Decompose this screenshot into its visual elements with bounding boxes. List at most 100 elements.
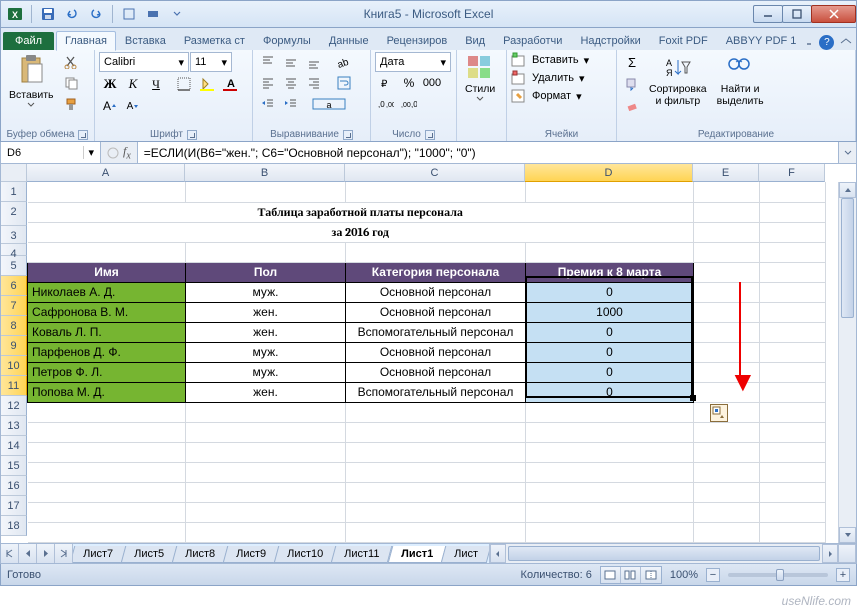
scroll-down-icon[interactable]: [839, 527, 856, 543]
row-header-13[interactable]: 13: [1, 416, 27, 436]
number-launcher[interactable]: [425, 130, 435, 140]
row-header-15[interactable]: 15: [1, 456, 27, 476]
italic-icon[interactable]: К: [122, 74, 144, 94]
align-center-icon[interactable]: [280, 73, 302, 93]
view-pagelayout-icon[interactable]: [621, 567, 641, 583]
tab-view[interactable]: Вид: [456, 31, 494, 50]
percent-icon[interactable]: %: [398, 73, 420, 93]
row-header-3[interactable]: 3: [1, 226, 27, 244]
decrease-indent-icon[interactable]: [257, 94, 279, 114]
formula-input[interactable]: =ЕСЛИ(И(B6="жен."; C6="Основной персонал…: [137, 142, 838, 163]
sheet-nav-prev-icon[interactable]: [19, 544, 37, 563]
sheet-tab[interactable]: Лист: [440, 546, 488, 563]
vertical-scrollbar[interactable]: [838, 182, 856, 543]
hscroll-thumb[interactable]: [508, 546, 820, 561]
font-launcher[interactable]: [187, 130, 197, 140]
table-cell[interactable]: муж.: [186, 342, 346, 362]
row-header-14[interactable]: 14: [1, 436, 27, 456]
fill-icon[interactable]: [621, 74, 643, 94]
table-cell[interactable]: муж.: [186, 362, 346, 382]
hscroll-end-icon[interactable]: [838, 544, 856, 563]
close-button[interactable]: [811, 5, 856, 23]
excel-icon[interactable]: X: [5, 4, 25, 24]
table-cell[interactable]: 0: [526, 362, 694, 382]
table-cell[interactable]: 0: [526, 382, 694, 402]
minimize-button[interactable]: [753, 5, 783, 23]
redo-icon[interactable]: [86, 4, 106, 24]
increase-decimal-icon[interactable]: ,0,00: [375, 94, 397, 114]
row-header-7[interactable]: 7: [1, 296, 27, 316]
tabs-overflow-icon[interactable]: [805, 39, 813, 47]
tab-pagelayout[interactable]: Разметка ст: [175, 31, 254, 50]
sheet-tab[interactable]: Лист11: [331, 546, 393, 563]
scroll-up-icon[interactable]: [839, 182, 856, 198]
view-pagebreak-icon[interactable]: [641, 567, 661, 583]
grow-font-icon[interactable]: A: [99, 96, 121, 116]
clear-icon[interactable]: [621, 96, 643, 116]
currency-icon[interactable]: ₽: [375, 73, 397, 93]
fill-handle[interactable]: [690, 395, 696, 401]
col-header-E[interactable]: E: [693, 164, 759, 182]
zoom-out-button[interactable]: −: [706, 568, 720, 582]
row-header-9[interactable]: 9: [1, 336, 27, 356]
row-header-6[interactable]: 6: [1, 276, 27, 296]
save-icon[interactable]: [38, 4, 58, 24]
table-cell[interactable]: жен.: [186, 322, 346, 342]
row-header-1[interactable]: 1: [1, 182, 27, 202]
comma-icon[interactable]: 000: [421, 73, 443, 93]
copy-icon[interactable]: [60, 73, 82, 93]
fx-icon[interactable]: fx: [123, 144, 131, 161]
sheet-tab[interactable]: Лист10: [274, 546, 337, 563]
tab-foxit[interactable]: Foxit PDF: [650, 31, 717, 50]
cut-icon[interactable]: [60, 52, 82, 72]
undo-icon[interactable]: [62, 4, 82, 24]
underline-icon[interactable]: Ч: [145, 74, 167, 94]
shrink-font-icon[interactable]: A: [122, 96, 144, 116]
sheet-tab[interactable]: Лист9: [223, 546, 280, 563]
table-cell[interactable]: Сафронова В. М.: [28, 302, 186, 322]
row-header-8[interactable]: 8: [1, 316, 27, 336]
table-cell[interactable]: Коваль Л. П.: [28, 322, 186, 342]
wrap-text-icon[interactable]: [333, 73, 355, 93]
formula-expand-icon[interactable]: [838, 142, 856, 163]
name-box[interactable]: D6▾: [1, 142, 101, 163]
cancel-formula-icon[interactable]: [107, 147, 119, 159]
font-color-icon[interactable]: A: [219, 74, 241, 94]
sheet-tab[interactable]: Лист7: [73, 546, 126, 563]
styles-button[interactable]: Стили: [461, 52, 499, 103]
orientation-icon[interactable]: ab: [333, 52, 355, 72]
find-select-button[interactable]: Найти и выделить: [713, 52, 768, 109]
col-header-C[interactable]: C: [345, 164, 525, 182]
sheet-nav-next-icon[interactable]: [37, 544, 55, 563]
tab-home[interactable]: Главная: [56, 31, 116, 51]
fill-color-icon[interactable]: [196, 74, 218, 94]
table-cell[interactable]: Попова М. Д.: [28, 382, 186, 402]
row-header-17[interactable]: 17: [1, 496, 27, 516]
sheet-nav-first-icon[interactable]: [1, 544, 19, 563]
merge-center-icon[interactable]: a: [310, 94, 350, 114]
tab-insert[interactable]: Вставка: [116, 31, 175, 50]
table-cell[interactable]: Вспомогательный персонал: [346, 382, 526, 402]
sheet-tab[interactable]: Лист5: [121, 546, 178, 563]
hscroll-left-icon[interactable]: [490, 544, 506, 563]
tab-data[interactable]: Данные: [320, 31, 378, 50]
table-cell[interactable]: Основной персонал: [346, 342, 526, 362]
table-cell[interactable]: 0: [526, 322, 694, 342]
row-header-11[interactable]: 11: [1, 376, 27, 396]
row-header-12[interactable]: 12: [1, 396, 27, 416]
table-cell[interactable]: муж.: [186, 282, 346, 302]
col-header-A[interactable]: A: [27, 164, 185, 182]
qat-customize-icon[interactable]: [167, 4, 187, 24]
autosum-icon[interactable]: Σ: [621, 52, 643, 72]
paste-button[interactable]: Вставить: [5, 52, 58, 109]
table-cell[interactable]: 0: [526, 342, 694, 362]
zoom-in-button[interactable]: +: [836, 568, 850, 582]
font-name-combo[interactable]: Calibri▾: [99, 52, 189, 72]
tab-abbyy[interactable]: ABBYY PDF 1: [717, 31, 806, 50]
table-cell[interactable]: Основной персонал: [346, 362, 526, 382]
worksheet-grid[interactable]: ABCDEF 123456789101112131415161718 Табли…: [0, 164, 857, 544]
row-header-16[interactable]: 16: [1, 476, 27, 496]
number-format-combo[interactable]: Дата▾: [375, 52, 451, 72]
cells-delete-button[interactable]: Удалить▾: [511, 70, 585, 86]
table-cell[interactable]: Вспомогательный персонал: [346, 322, 526, 342]
